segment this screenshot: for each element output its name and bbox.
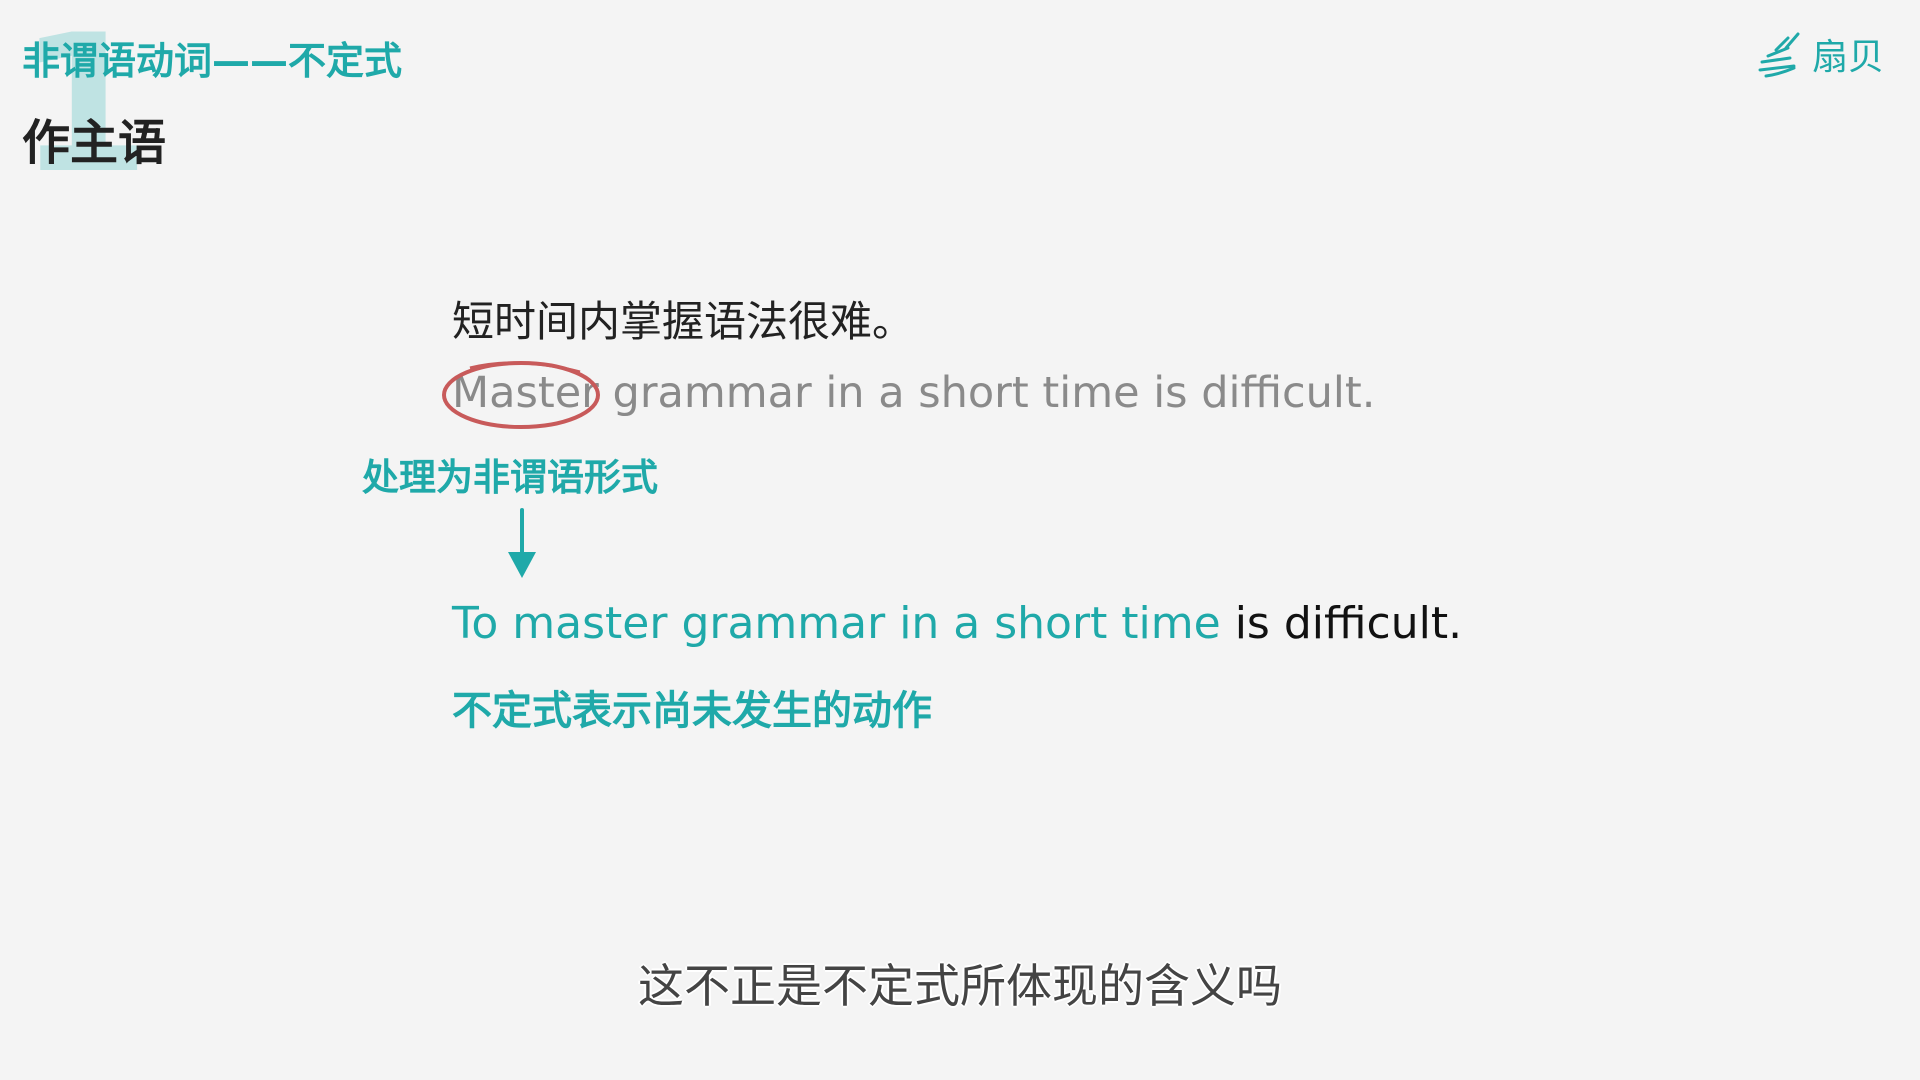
meaning-note: 不定式表示尚未发生的动作 xyxy=(452,688,932,734)
sub-title: 作主语 xyxy=(22,115,167,171)
infinitive-sentence: To master grammar in a short time is dif… xyxy=(452,598,1462,649)
brand-logo: 扇贝 xyxy=(1754,28,1884,80)
arrow-down-icon xyxy=(508,508,536,578)
fan-rays-icon xyxy=(1758,32,1800,78)
logo-text: 扇贝 xyxy=(1811,37,1884,78)
infinitive-phrase: To master grammar in a short time xyxy=(452,598,1221,649)
chinese-sentence: 短时间内掌握语法很难。 xyxy=(452,297,915,346)
sentence-rest: grammar in a short time is difficult. xyxy=(598,368,1376,418)
video-subtitle: 这不正是不定式所体现的含义吗 xyxy=(638,959,1282,1013)
section-title: 非谓语动词——不定式 xyxy=(22,39,403,83)
predicate: is difficult. xyxy=(1220,598,1463,649)
highlight-circle xyxy=(442,361,600,429)
convert-note: 处理为非谓语形式 xyxy=(362,456,658,499)
